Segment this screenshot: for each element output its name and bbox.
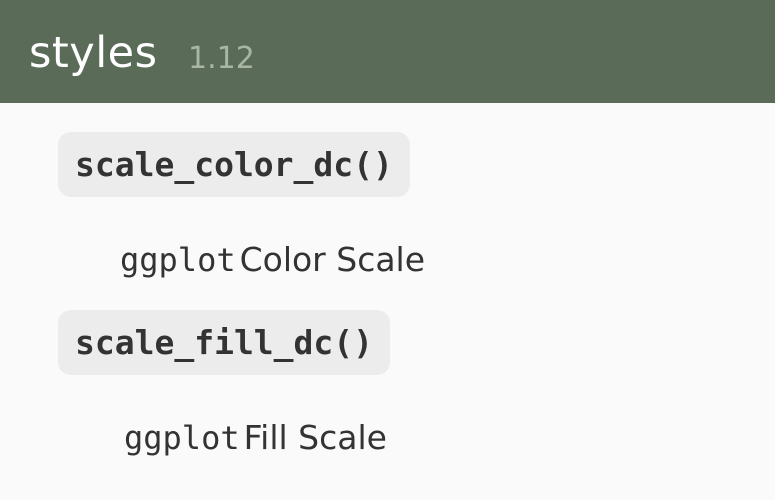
- site-header: styles 1.12: [0, 0, 775, 103]
- version-label: 1.12: [188, 41, 255, 76]
- function-description: ggplot Color Scale: [120, 240, 425, 287]
- description-code: ggplot: [124, 419, 240, 457]
- reference-list: scale_color_dc() ggplot Color Scale scal…: [0, 103, 775, 500]
- description-text: Color Scale: [239, 240, 426, 279]
- description-code: ggplot: [120, 241, 236, 279]
- function-link-scale-color-dc[interactable]: scale_color_dc(): [58, 132, 410, 197]
- description-text: Fill Scale: [243, 418, 387, 457]
- function-description: ggplot Fill Scale: [124, 418, 387, 465]
- function-link-scale-fill-dc[interactable]: scale_fill_dc(): [58, 310, 391, 375]
- site-brand-link[interactable]: styles: [29, 27, 158, 79]
